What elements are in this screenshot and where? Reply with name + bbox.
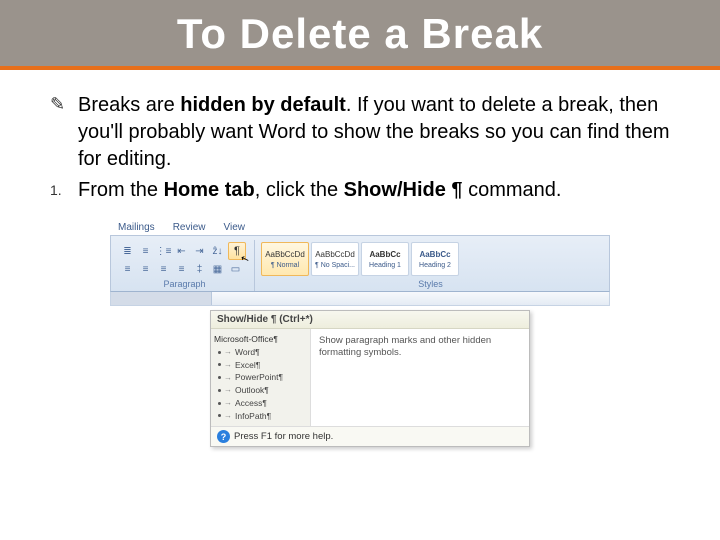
number-marker: 1. bbox=[50, 177, 78, 198]
preview-row: →Access¶ bbox=[214, 397, 307, 410]
slide-body: ✎ Breaks are hidden by default. If you w… bbox=[0, 70, 720, 457]
style-sample: AaBbCc bbox=[419, 250, 450, 259]
numbering-icon[interactable]: ≡ bbox=[138, 244, 153, 259]
bullet-text: Breaks are hidden by default. If you wan… bbox=[78, 92, 670, 173]
slide-header: To Delete a Break bbox=[0, 0, 720, 70]
preview-item: Outlook¶ bbox=[235, 384, 269, 397]
styles-group: AaBbCcDd ¶ Normal AaBbCcDd ¶ No Spaci...… bbox=[256, 240, 605, 291]
ribbon-body: ≣ ≡ ⋮≡ ⇤ ⇥ ẑ↓ ¶ ↖ ≡ ≡ ≡ bbox=[110, 236, 610, 292]
tooltip-footer-text: Press F1 for more help. bbox=[234, 431, 333, 442]
multilevel-icon[interactable]: ⋮≡ bbox=[156, 244, 171, 259]
border-icon[interactable]: ▭ bbox=[228, 262, 243, 277]
preview-row: →Word¶ bbox=[214, 346, 307, 359]
word-ribbon-screenshot: Mailings Review View ≣ ≡ ⋮≡ ⇤ ⇥ ẑ↓ ¶ ↖ bbox=[110, 218, 610, 447]
preview-row: →PowerPoint¶ bbox=[214, 371, 307, 384]
tooltip-title: Show/Hide ¶ (Ctrl+*) bbox=[211, 311, 529, 329]
style-name: ¶ Normal bbox=[271, 262, 299, 269]
numbered-item: 1. From the Home tab, click the Show/Hid… bbox=[50, 177, 670, 204]
preview-row: →InfoPath¶ bbox=[214, 410, 307, 423]
numbered-text: From the Home tab, click the Show/Hide ¶… bbox=[78, 177, 561, 204]
sort-icon[interactable]: ẑ↓ bbox=[210, 244, 225, 259]
text-fragment: , click the bbox=[255, 179, 344, 201]
style-name: Heading 2 bbox=[419, 262, 451, 269]
preview-item: InfoPath¶ bbox=[235, 410, 271, 423]
preview-item: Excel¶ bbox=[235, 359, 260, 372]
tab-review[interactable]: Review bbox=[171, 220, 208, 235]
style-sample: AaBbCcDd bbox=[265, 250, 305, 259]
show-hide-button[interactable]: ¶ ↖ bbox=[228, 242, 246, 260]
bullet-marker-icon: ✎ bbox=[50, 92, 78, 115]
tooltip-preview: Microsoft-Office¶ →Word¶ →Excel¶ →PowerP… bbox=[211, 329, 311, 426]
text-fragment: command. bbox=[463, 179, 562, 201]
style-name: Heading 1 bbox=[369, 262, 401, 269]
style-heading1[interactable]: AaBbCc Heading 1 bbox=[361, 242, 409, 276]
slide-title: To Delete a Break bbox=[0, 10, 720, 58]
tooltip-panel: Show/Hide ¶ (Ctrl+*) Microsoft-Office¶ →… bbox=[210, 310, 530, 447]
bullets-icon[interactable]: ≣ bbox=[120, 244, 135, 259]
style-sample: AaBbCcDd bbox=[315, 250, 355, 259]
tab-view[interactable]: View bbox=[221, 220, 247, 235]
align-left-icon[interactable]: ≡ bbox=[120, 262, 135, 277]
indent-right-icon[interactable]: ⇥ bbox=[192, 244, 207, 259]
line-spacing-icon[interactable]: ‡ bbox=[192, 262, 207, 277]
bold-fragment: Show/Hide ¶ bbox=[344, 179, 463, 201]
preview-heading: Microsoft-Office¶ bbox=[214, 333, 307, 346]
bold-fragment: Home tab bbox=[164, 179, 255, 201]
paragraph-group: ≣ ≡ ⋮≡ ⇤ ⇥ ẑ↓ ¶ ↖ ≡ ≡ ≡ bbox=[115, 240, 255, 291]
shading-icon[interactable]: ▦ bbox=[210, 262, 225, 277]
indent-left-icon[interactable]: ⇤ bbox=[174, 244, 189, 259]
styles-group-label: Styles bbox=[261, 277, 600, 290]
style-no-spacing[interactable]: AaBbCcDd ¶ No Spaci... bbox=[311, 242, 359, 276]
style-name: ¶ No Spaci... bbox=[315, 262, 355, 269]
justify-icon[interactable]: ≡ bbox=[174, 262, 189, 277]
style-heading2[interactable]: AaBbCc Heading 2 bbox=[411, 242, 459, 276]
tooltip-footer: ? Press F1 for more help. bbox=[211, 426, 529, 446]
ribbon-tabs: Mailings Review View bbox=[110, 218, 610, 236]
bullet-item: ✎ Breaks are hidden by default. If you w… bbox=[50, 92, 670, 173]
style-normal[interactable]: AaBbCcDd ¶ Normal bbox=[261, 242, 309, 276]
tab-mailings[interactable]: Mailings bbox=[116, 220, 157, 235]
preview-item: PowerPoint¶ bbox=[235, 371, 283, 384]
ruler bbox=[110, 292, 610, 306]
paragraph-group-label: Paragraph bbox=[120, 277, 249, 290]
align-center-icon[interactable]: ≡ bbox=[138, 262, 153, 277]
text-fragment: Breaks are bbox=[78, 94, 180, 116]
info-icon: ? bbox=[217, 430, 230, 443]
preview-item: Access¶ bbox=[235, 397, 267, 410]
style-sample: AaBbCc bbox=[369, 250, 400, 259]
preview-row: →Excel¶ bbox=[214, 359, 307, 372]
preview-item: Word¶ bbox=[235, 346, 260, 359]
text-fragment: From the bbox=[78, 179, 164, 201]
bold-fragment: hidden by default bbox=[180, 94, 346, 116]
align-right-icon[interactable]: ≡ bbox=[156, 262, 171, 277]
preview-row: →Outlook¶ bbox=[214, 384, 307, 397]
tooltip-description: Show paragraph marks and other hidden fo… bbox=[311, 329, 529, 426]
